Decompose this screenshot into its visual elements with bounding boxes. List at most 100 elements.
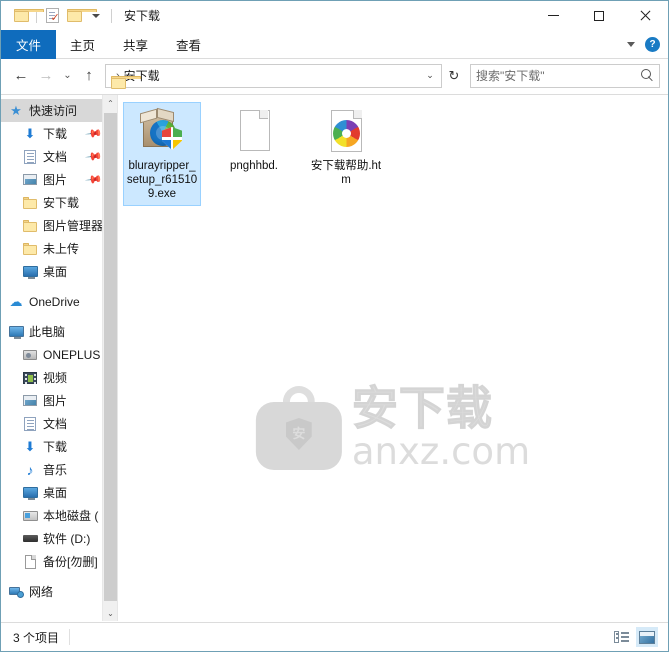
network-icon <box>7 586 25 598</box>
file-item[interactable]: blurayripper_setup_r615109.exe <box>123 102 201 206</box>
file-name-label: blurayripper_setup_r615109.exe <box>126 160 198 200</box>
up-button[interactable]: ↑ <box>77 63 101 89</box>
minimize-button[interactable] <box>530 1 576 30</box>
sidebar-item-label: 快速访问 <box>29 104 78 118</box>
sidebar-item-图片[interactable]: 图片 <box>1 389 117 412</box>
file-name-label: pnghhbd. <box>230 160 278 172</box>
sidebar-item-音乐[interactable]: ♪ 音乐 <box>1 458 117 481</box>
sidebar-item-本地磁盘-([interactable]: 本地磁盘 ( <box>1 504 117 527</box>
sidebar-item-备份[勿删][interactable]: 备份[勿删] <box>1 550 117 573</box>
document-icon <box>21 416 39 431</box>
sidebar-item-视频[interactable]: 视频 <box>1 366 117 389</box>
file-grid: blurayripper_setup_r615109.exe pnghhbd. 安下… <box>118 95 668 206</box>
cloud-icon: ☁ <box>9 293 23 309</box>
tab-view[interactable]: 查看 <box>162 30 215 59</box>
new-folder-icon[interactable] <box>63 5 97 27</box>
address-bar[interactable]: › 安下载 ⌄ <box>105 63 442 89</box>
maximize-button[interactable] <box>576 1 622 30</box>
folder-icon <box>21 196 39 209</box>
sidebar-item-label: 未上传 <box>43 242 80 256</box>
nav-gap <box>1 573 117 580</box>
customize-caret-icon[interactable] <box>85 5 107 27</box>
watermark-bag-icon: 安 <box>255 384 342 470</box>
recent-locations-icon[interactable]: ⌄ <box>59 63 76 89</box>
sidebar-item-label: OneDrive <box>29 294 80 309</box>
search-box[interactable] <box>470 63 660 88</box>
help-icon[interactable]: ? <box>645 36 660 52</box>
sidebar-item-未上传[interactable]: 未上传 <box>1 237 117 260</box>
address-dropdown-icon[interactable]: ⌄ <box>421 65 439 87</box>
sidebar-item-图片管理器[interactable]: 图片管理器 <box>1 214 117 237</box>
sidebar-item-网络[interactable]: 网络 <box>1 580 117 603</box>
search-icon[interactable] <box>641 69 654 82</box>
status-bar: 3 个项目 <box>1 622 668 651</box>
videos-icon <box>21 371 39 384</box>
sidebar-item-label: 文档 <box>43 150 68 164</box>
folder-icon[interactable] <box>10 5 44 27</box>
navigation-pane: ★ 快速访问 ⬇ 下载 📌 文档 📌 图片 📌 安下载 图片管理器 未上传 桌面 ☁ OneDrive 此电脑… <box>1 95 117 621</box>
nav-gap <box>1 283 117 290</box>
close-button[interactable] <box>622 1 668 30</box>
forward-button[interactable]: → <box>34 63 58 89</box>
local-disk-icon <box>21 510 39 521</box>
desktop-icon <box>21 487 39 500</box>
file-icon <box>21 554 39 569</box>
pin-icon[interactable]: 📌 <box>85 170 104 189</box>
file-item[interactable]: 安下载帮助.htm <box>307 102 385 206</box>
details-view-button[interactable] <box>610 627 632 647</box>
window-title: 安下载 <box>124 9 161 23</box>
sidebar-item-软件-(D:)[interactable]: 软件 (D:) <box>1 527 117 550</box>
scrollbar-thumb[interactable] <box>104 113 117 601</box>
tab-file[interactable]: 文件 <box>1 30 57 59</box>
sidebar-item-图片[interactable]: 图片 📌 <box>1 168 117 191</box>
sidebar-item-文档[interactable]: 文档 📌 <box>1 145 117 168</box>
tab-share[interactable]: 共享 <box>109 30 162 59</box>
view-toggle-group <box>610 627 662 647</box>
ribbon-right-controls: ? <box>627 30 668 58</box>
large-icons-view-button[interactable] <box>636 627 658 647</box>
watermark-text: 安下载 anxz.com <box>351 381 530 470</box>
folder-icon <box>21 219 39 232</box>
file-item[interactable]: pnghhbd. <box>215 102 293 206</box>
sidebar-item-ONEPLUS[interactable]: ONEPLUS <box>1 343 117 366</box>
scroll-up-icon[interactable]: ⌃ <box>103 95 117 111</box>
sidebar-item-OneDrive[interactable]: ☁ OneDrive <box>1 290 117 313</box>
window-controls <box>530 1 668 30</box>
sidebar-item-label: 下载 <box>43 440 68 454</box>
sidebar-item-label: 图片 <box>43 394 68 408</box>
sidebar-item-label: 下载 <box>43 127 68 141</box>
navigation-bar: ← → ⌄ ↑ › 安下载 ⌄ ↻ <box>1 59 668 92</box>
sidebar-item-下载[interactable]: ⬇ 下载 <box>1 435 117 458</box>
back-button[interactable]: ← <box>9 63 33 89</box>
scroll-down-icon[interactable]: ⌄ <box>103 605 117 621</box>
sidebar-item-安下载[interactable]: 安下载 <box>1 191 117 214</box>
search-input[interactable] <box>476 68 641 83</box>
ribbon-tab-bar: 文件 主页 共享 查看 ? <box>1 30 668 59</box>
sidebar-item-label: 音乐 <box>43 463 68 477</box>
watermark-brand-cn: 安下载 <box>351 381 493 434</box>
pictures-icon <box>21 174 39 185</box>
sidebar-item-label: 软件 (D:) <box>43 532 91 546</box>
sidebar-item-文档[interactable]: 文档 <box>1 412 117 435</box>
properties-icon[interactable]: ✓ <box>41 5 63 27</box>
sidebar-item-label: 桌面 <box>43 486 68 500</box>
sidebar-item-桌面[interactable]: 桌面 <box>1 260 117 283</box>
sidebar-item-此电脑[interactable]: 此电脑 <box>1 320 117 343</box>
file-name-label: 安下载帮助.htm <box>310 160 382 186</box>
divider <box>69 629 71 645</box>
refresh-button[interactable]: ↻ <box>443 64 465 88</box>
tab-home[interactable]: 主页 <box>56 30 109 59</box>
pin-icon[interactable]: 📌 <box>85 147 104 166</box>
sidebar-scrollbar[interactable]: ⌃ ⌄ <box>102 95 117 621</box>
drive-icon <box>21 535 39 542</box>
file-list-pane[interactable]: 安 安下载 anxz.com blurayripper_setup_r61510… <box>117 95 668 621</box>
window-body: ★ 快速访问 ⬇ 下载 📌 文档 📌 图片 📌 安下载 图片管理器 未上传 桌面 ☁ OneDrive 此电脑… <box>1 94 668 621</box>
navigation-list: ★ 快速访问 ⬇ 下载 📌 文档 📌 图片 📌 安下载 图片管理器 未上传 桌面 ☁ OneDrive 此电脑… <box>1 99 117 603</box>
installer-package-icon <box>138 107 186 155</box>
chevron-down-icon[interactable] <box>627 41 635 47</box>
sidebar-item-桌面[interactable]: 桌面 <box>1 481 117 504</box>
pin-icon[interactable]: 📌 <box>85 124 104 143</box>
sidebar-item-label: 此电脑 <box>29 325 66 339</box>
sidebar-item-快速访问[interactable]: ★ 快速访问 <box>1 99 117 122</box>
sidebar-item-下载[interactable]: ⬇ 下载 📌 <box>1 122 117 145</box>
